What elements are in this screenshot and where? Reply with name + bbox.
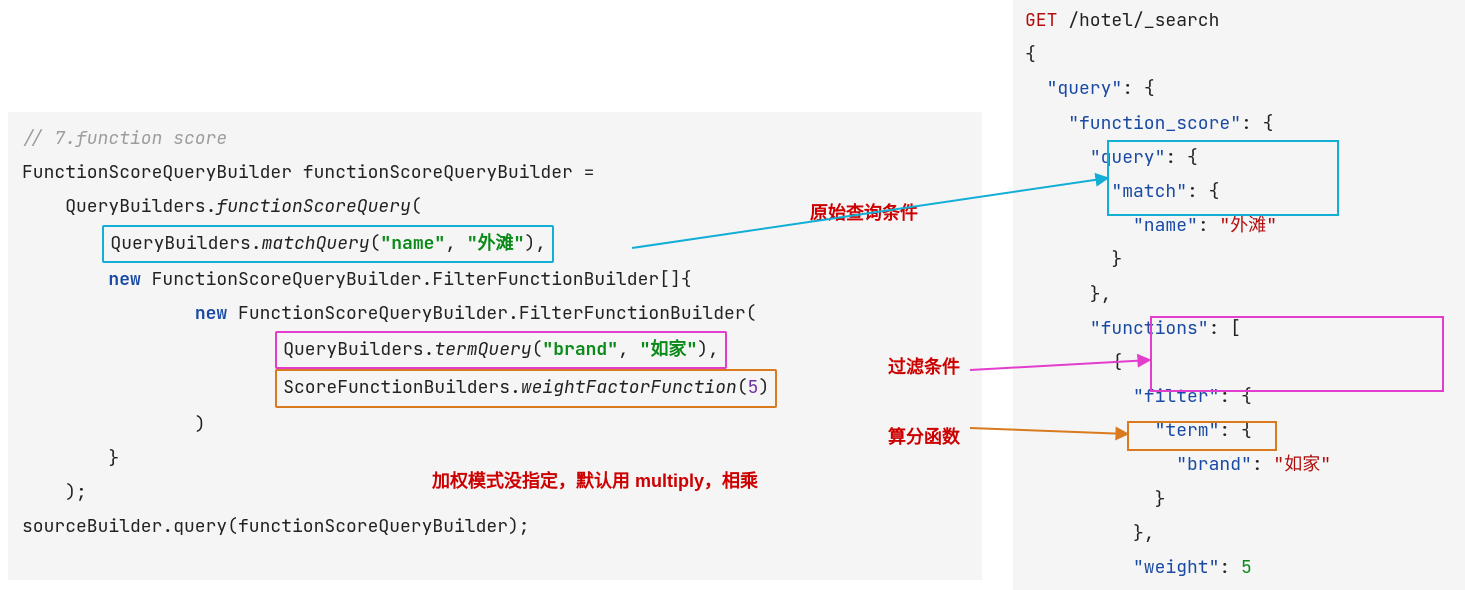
java-code-panel: // 7.function score FunctionScoreQueryBu… (8, 112, 982, 580)
label-original-query: 原始查询条件 (810, 196, 918, 230)
json-line-4: "function_score": { (1025, 107, 1455, 141)
match-query-box: QueryBuilders.matchQuery("name", "外滩"), (102, 225, 554, 263)
java-line-8: ) (22, 408, 972, 442)
json-line-3: "query": { (1025, 72, 1455, 106)
json-line-15: } (1025, 483, 1455, 517)
label-score-function: 算分函数 (888, 420, 960, 454)
java-line-5: new FunctionScoreQueryBuilder.FilterFunc… (22, 297, 972, 331)
java-line-7: ScoreFunctionBuilders.weightFactorFuncti… (22, 369, 972, 407)
json-line-16: }, (1025, 517, 1455, 551)
label-boost-mode: 加权模式没指定，默认用 multiply，相乘 (432, 464, 758, 498)
java-line-3: QueryBuilders.matchQuery("name", "外滩"), (22, 225, 972, 263)
java-comment: // 7.function score (22, 122, 972, 156)
json-match-box (1107, 140, 1339, 216)
json-line-9: }, (1025, 278, 1455, 312)
java-line-11: sourceBuilder.query(functionScoreQueryBu… (22, 510, 972, 544)
json-line-2: { (1025, 38, 1455, 72)
label-filter: 过滤条件 (888, 350, 960, 384)
java-line-4: new FunctionScoreQueryBuilder.FilterFunc… (22, 263, 972, 297)
json-line-14: "brand": "如家" (1025, 448, 1455, 482)
term-query-box: QueryBuilders.termQuery("brand", "如家"), (275, 331, 727, 369)
java-line-1: FunctionScoreQueryBuilder functionScoreQ… (22, 156, 972, 190)
json-weight-box (1127, 421, 1277, 451)
json-line-18: } (1025, 585, 1455, 590)
json-line-8: } (1025, 243, 1455, 277)
json-code-panel: GET /hotel/_search { "query": { "functio… (1013, 0, 1465, 590)
diagram-root: // 7.function score FunctionScoreQueryBu… (0, 0, 1465, 590)
json-line-17: "weight": 5 (1025, 551, 1455, 585)
weight-function-box: ScoreFunctionBuilders.weightFactorFuncti… (275, 369, 777, 407)
json-line-1: GET /hotel/_search (1025, 4, 1455, 38)
java-line-6: QueryBuilders.termQuery("brand", "如家"), (22, 331, 972, 369)
json-term-box (1150, 316, 1444, 392)
